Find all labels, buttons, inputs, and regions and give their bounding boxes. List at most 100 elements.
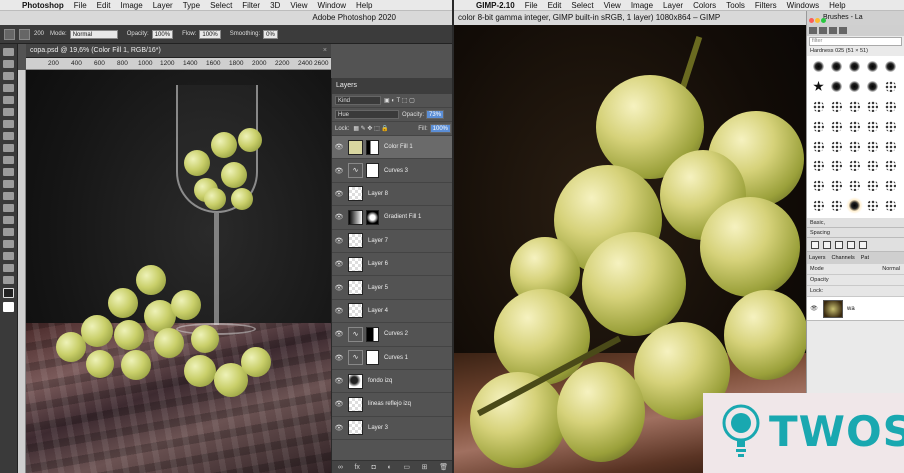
close-tab-icon[interactable]: × — [323, 44, 327, 58]
zoom-tool-icon[interactable] — [3, 276, 14, 284]
tab-channels[interactable]: Channels — [832, 255, 855, 261]
brush-preset[interactable] — [810, 58, 827, 75]
visibility-eye-icon[interactable]: 👁 — [332, 143, 346, 151]
filter-icons[interactable]: ▣ ◐ T ⬚ ▢ — [384, 97, 415, 104]
type-tool-icon[interactable] — [3, 228, 14, 236]
brush-preset[interactable] — [810, 157, 827, 174]
brush-preset[interactable] — [828, 98, 845, 115]
gimp-menu-windows[interactable]: Windows — [787, 1, 819, 10]
brush-preset[interactable] — [864, 118, 881, 135]
apple-icon[interactable] — [4, 1, 12, 9]
gimp-menu-select[interactable]: Select — [571, 1, 593, 10]
group-icon[interactable]: ▭ — [403, 463, 410, 471]
brush-preset[interactable] — [864, 58, 881, 75]
zoom-window-icon[interactable] — [821, 18, 826, 23]
brush-size-value[interactable]: 200 — [34, 31, 44, 37]
layer-row[interactable]: 👁 Gradient Fill 1 — [332, 206, 454, 230]
move-tool-icon[interactable] — [3, 48, 14, 56]
gimp-menu-edit[interactable]: Edit — [548, 1, 562, 10]
ps-menu-type[interactable]: Type — [183, 1, 200, 10]
delete-brush-icon[interactable] — [847, 240, 855, 249]
visibility-eye-icon[interactable]: 👁 — [332, 424, 346, 432]
ps-menu-select[interactable]: Select — [210, 1, 232, 10]
gimp-menu-image[interactable]: Image — [631, 1, 653, 10]
gimp-opacity-row[interactable]: Opacity — [807, 275, 904, 286]
gimp-menu-app[interactable]: GIMP-2.10 — [476, 1, 515, 10]
layer-row[interactable]: 👁 Layer 4 — [332, 300, 454, 324]
layer-opacity-field[interactable]: 73% — [426, 110, 445, 119]
brush-preset[interactable] — [828, 157, 845, 174]
gimp-mode-row[interactable]: Mode Normal — [807, 264, 904, 275]
ps-menu-filter[interactable]: Filter — [242, 1, 260, 10]
brush-preset[interactable] — [828, 197, 845, 214]
background-color-swatch[interactable] — [3, 302, 14, 312]
brush-filter-input[interactable]: filter — [809, 37, 902, 46]
new-brush-icon[interactable] — [823, 240, 831, 249]
brush-preset[interactable] — [828, 177, 845, 194]
tab-paths[interactable]: Pat — [861, 255, 869, 261]
brush-preset[interactable] — [882, 157, 899, 174]
brush-preset[interactable] — [882, 78, 899, 95]
ps-menu-app[interactable]: Photoshop — [22, 1, 64, 10]
visibility-eye-icon[interactable]: 👁 — [332, 307, 346, 315]
ps-canvas[interactable] — [26, 70, 331, 473]
brush-preset[interactable] — [810, 177, 827, 194]
blend-mode-select[interactable]: Hue — [335, 110, 399, 119]
layer-row[interactable]: 👁 Layer 7 — [332, 230, 454, 253]
layer-row[interactable]: 👁 ∿ Curves 2 — [332, 323, 454, 347]
fill-field[interactable]: 100% — [429, 124, 451, 133]
brush-preset[interactable] — [864, 197, 881, 214]
gimp-menu-help[interactable]: Help — [829, 1, 845, 10]
path-select-icon[interactable] — [3, 240, 14, 248]
brush-preset[interactable] — [846, 197, 863, 215]
layers-tab[interactable]: Layers — [332, 78, 454, 94]
brush-preset[interactable] — [846, 157, 863, 174]
visibility-eye-icon[interactable]: 👁 — [332, 237, 346, 245]
brush-preset[interactable] — [864, 177, 881, 194]
visibility-eye-icon[interactable]: 👁 — [332, 354, 346, 362]
close-window-icon[interactable] — [809, 18, 814, 23]
brush-preset[interactable] — [810, 98, 827, 115]
gimp-menu-filters[interactable]: Filters — [755, 1, 777, 10]
brush-preset[interactable] — [846, 98, 863, 115]
brush-preset[interactable] — [882, 138, 899, 155]
layer-row[interactable]: 👁 Layer 5 — [332, 276, 454, 300]
document-tab[interactable]: copa.psd @ 19,6% (Color Fill 1, RGB/16*)… — [26, 44, 331, 58]
ps-menu-layer[interactable]: Layer — [153, 1, 173, 10]
brush-preset[interactable] — [846, 138, 863, 155]
brush-preset[interactable] — [882, 118, 899, 135]
brush-preset[interactable] — [864, 78, 881, 95]
smoothing-field[interactable]: 0% — [263, 29, 278, 39]
brush-preset[interactable] — [846, 78, 863, 95]
blur-tool-icon[interactable] — [3, 192, 14, 200]
fx-icon[interactable]: fx — [354, 464, 359, 471]
layer-row[interactable]: 👁 Layer 8 — [332, 183, 454, 207]
lasso-tool-icon[interactable] — [3, 72, 14, 80]
brush-preset[interactable] — [810, 197, 827, 214]
foreground-color-swatch[interactable] — [3, 288, 14, 298]
brush-preset[interactable] — [864, 98, 881, 115]
brush-tool-icon[interactable] — [19, 28, 30, 40]
add-mask-icon[interactable]: ◘ — [372, 464, 376, 471]
ps-menu-edit[interactable]: Edit — [97, 1, 111, 10]
layer-row[interactable]: 👁 Color Fill 1 — [332, 136, 454, 160]
ps-menu-help[interactable]: Help — [356, 1, 372, 10]
trash-icon[interactable]: 🗑 — [439, 463, 448, 471]
brush-tool-icon[interactable] — [3, 132, 14, 140]
visibility-eye-icon[interactable]: 👁 — [332, 330, 346, 338]
document-tab-icon[interactable] — [839, 27, 847, 34]
brush-preset[interactable] — [810, 78, 827, 95]
new-layer-icon[interactable]: ⊞ — [422, 463, 428, 471]
gimp-menu-layer[interactable]: Layer — [663, 1, 683, 10]
crop-tool-icon[interactable] — [3, 96, 14, 104]
dodge-tool-icon[interactable] — [3, 204, 14, 212]
visibility-eye-icon[interactable]: 👁 — [332, 260, 346, 268]
visibility-eye-icon[interactable]: 👁 — [807, 305, 821, 312]
mode-select[interactable]: Normal — [69, 29, 118, 39]
refresh-brushes-icon[interactable] — [859, 240, 867, 249]
pen-tool-icon[interactable] — [3, 216, 14, 224]
edit-brush-icon[interactable] — [811, 240, 819, 249]
stamp-tool-icon[interactable] — [3, 144, 14, 152]
duplicate-brush-icon[interactable] — [835, 240, 843, 249]
visibility-eye-icon[interactable]: 👁 — [332, 377, 346, 385]
